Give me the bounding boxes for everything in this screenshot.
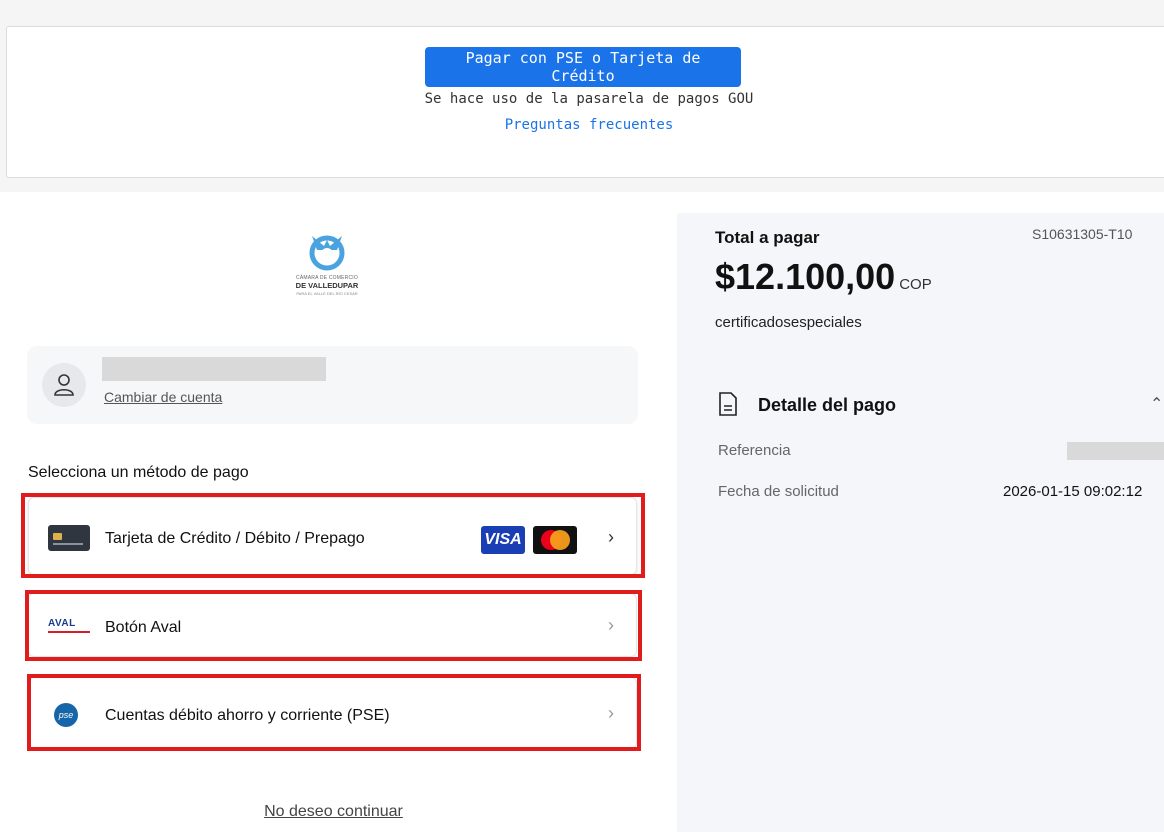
request-date-value: 2026-01-15 09:02:12 xyxy=(1003,483,1143,500)
gateway-note: Se hace uso de la pasarela de pagos GOU xyxy=(424,91,754,107)
total-label: Total a pagar xyxy=(715,228,820,247)
logo-text-tagline: PARA EL VALLE DEL RÍO CESAR xyxy=(296,291,358,296)
highlight-box xyxy=(21,493,645,578)
highlight-box xyxy=(27,674,641,751)
payment-method-heading: Selecciona un método de pago xyxy=(28,464,249,481)
pay-with-pse-or-card-button[interactable]: Pagar con PSE o Tarjeta de Crédito xyxy=(425,47,741,87)
currency-code: COP xyxy=(899,276,932,293)
logo-text-name: DE VALLEDUPAR xyxy=(295,281,359,290)
user-icon xyxy=(54,374,74,396)
cancel-payment-link[interactable]: No deseo continuar xyxy=(0,803,667,821)
highlight-box xyxy=(25,590,642,661)
merchant-logo: CÁMARA DE COMERCIO DE VALLEDUPAR PARA EL… xyxy=(282,228,372,310)
amount-value: $12.100,00 xyxy=(715,256,896,297)
redacted-account-name xyxy=(102,357,326,381)
chevron-up-icon[interactable]: ⌃ xyxy=(1150,394,1163,414)
change-account-link[interactable]: Cambiar de cuenta xyxy=(104,389,222,405)
order-code: S10631305-T10 xyxy=(1032,226,1133,242)
redacted-reference xyxy=(1067,442,1164,460)
payment-detail-title: Detalle del pago xyxy=(758,395,897,415)
payment-concept: certificadosespeciales xyxy=(715,314,862,331)
merchant-emblem-icon xyxy=(309,235,345,271)
faq-link[interactable]: Preguntas frecuentes xyxy=(0,117,1164,133)
request-date-label: Fecha de solicitud xyxy=(718,483,839,500)
avatar xyxy=(42,363,86,407)
document-icon xyxy=(719,392,737,416)
total-amount: $12.100,00 COP xyxy=(715,256,932,298)
reference-label: Referencia xyxy=(718,442,791,459)
